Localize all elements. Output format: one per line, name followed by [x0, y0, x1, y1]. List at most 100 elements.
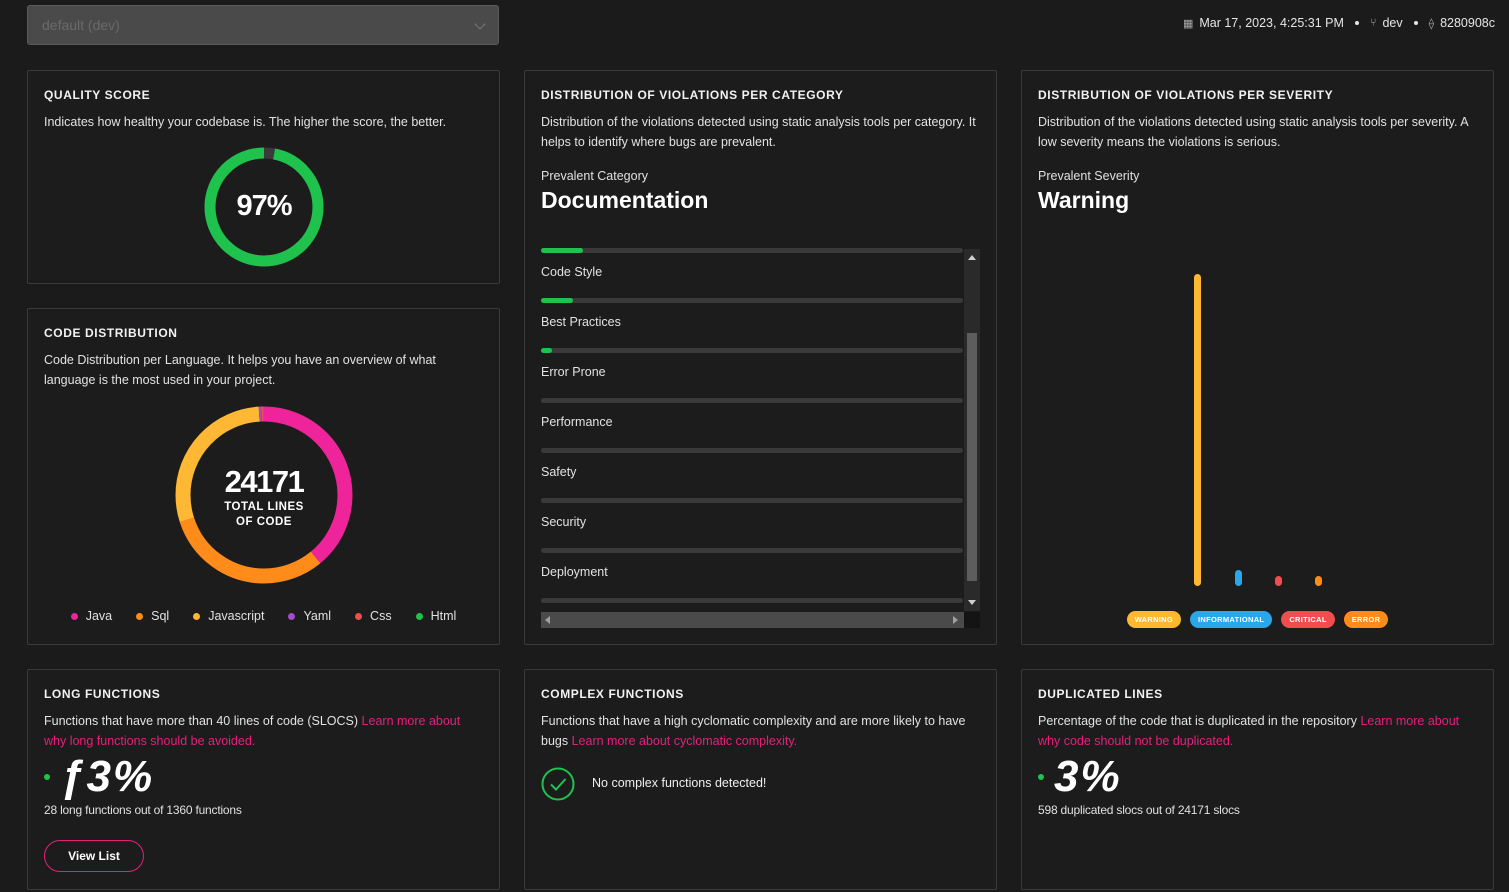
category-name: Error Prone — [541, 365, 606, 379]
learn-more-link[interactable]: Learn more about cyclomatic complexity. — [572, 734, 798, 748]
prevalent-category-value: Documentation — [541, 187, 709, 213]
category-bar-track — [541, 548, 963, 553]
card-description: Functions that have more than 40 lines o… — [44, 711, 485, 751]
legend-swatch — [70, 612, 78, 620]
duplicated-value: 3% — [1054, 752, 1122, 801]
quality-score-value: 97% — [236, 190, 292, 222]
category-name: Safety — [541, 465, 577, 479]
severity-bar-informational — [1235, 570, 1242, 586]
top-bar: default (dev) ▦ Mar 17, 2023, 4:25:31 PM… — [0, 0, 1509, 55]
total-lines-value: 24171 — [224, 464, 305, 499]
violations-severity-card: DISTRIBUTION OF VIOLATIONS PER SEVERITY … — [1021, 70, 1494, 645]
legend-label: Html — [430, 609, 457, 623]
long-functions-metric: ƒ3% — [44, 752, 154, 802]
analysis-select[interactable]: default (dev) — [27, 5, 499, 45]
category-bar-track — [541, 498, 963, 503]
code-distribution-card: CODE DISTRIBUTION Code Distribution per … — [27, 308, 500, 645]
description-text: Percentage of the code that is duplicate… — [1038, 714, 1357, 728]
long-functions-summary: 28 long functions out of 1360 functions — [44, 803, 242, 817]
category-bar-track — [541, 398, 963, 403]
category-row: Error Prone — [541, 348, 980, 398]
scroll-up-arrow-icon[interactable] — [968, 255, 976, 260]
legend-label: Yaml — [303, 609, 332, 623]
analysis-meta: ▦ Mar 17, 2023, 4:25:31 PM ⑂ dev ⟠ 82809… — [1183, 16, 1495, 30]
legend-swatch — [136, 612, 144, 620]
severity-badge-informational: INFORMATIONAL — [1190, 611, 1273, 628]
complex-functions-card: COMPLEX FUNCTIONS Functions that have a … — [524, 669, 997, 890]
category-list: Code Style Best Practices Error Prone Perfo… — [541, 248, 980, 628]
violations-category-card: DISTRIBUTION OF VIOLATIONS PER CATEGORY … — [524, 70, 997, 645]
severity-badge-error: ERROR — [1343, 611, 1389, 628]
category-bar-track — [541, 348, 963, 353]
scrollbar-corner — [964, 612, 980, 628]
category-bar-track — [541, 248, 963, 253]
card-description: Percentage of the code that is duplicate… — [1038, 711, 1479, 751]
category-bar-fill — [541, 298, 573, 303]
view-list-button[interactable]: View List — [44, 840, 144, 872]
legend-swatch — [355, 612, 363, 620]
category-bar-fill — [541, 348, 552, 353]
duplicated-metric: 3% — [1038, 752, 1122, 802]
legend-swatch — [415, 612, 423, 620]
card-title: CODE DISTRIBUTION — [44, 326, 178, 340]
status-dot — [44, 774, 50, 780]
card-title: LONG FUNCTIONS — [44, 687, 161, 701]
legend-item-css: Css — [355, 609, 392, 623]
total-lines-label: OF CODE — [236, 516, 292, 528]
prevalent-severity-value: Warning — [1038, 187, 1130, 213]
long-functions-value: ƒ3% — [60, 752, 155, 801]
category-row: Safety — [541, 448, 980, 498]
legend-item-java: Java — [70, 609, 113, 623]
severity-bar-error — [1315, 576, 1322, 586]
category-name: Deployment — [541, 565, 608, 579]
legend-label: Sql — [151, 609, 170, 623]
card-title: COMPLEX FUNCTIONS — [541, 687, 684, 701]
card-description: Indicates how healthy your codebase is. … — [44, 115, 447, 129]
commit-hash: 8280908c — [1440, 16, 1495, 30]
category-bar-track — [541, 298, 963, 303]
scroll-right-arrow-icon[interactable] — [953, 616, 958, 624]
card-title: DISTRIBUTION OF VIOLATIONS PER SEVERITY — [1038, 88, 1334, 102]
branch-icon: ⑂ — [1369, 17, 1377, 29]
no-complex-message: No complex functions detected! — [592, 776, 767, 790]
legend-item-yaml: Yaml — [288, 609, 331, 623]
card-description: Distribution of the violations detected … — [1038, 115, 1468, 149]
legend-swatch — [193, 612, 201, 620]
card-description: Distribution of the violations detected … — [541, 115, 976, 149]
status-dot — [1038, 774, 1044, 780]
prevalent-severity-label: Prevalent Severity — [1038, 169, 1140, 183]
separator-dot — [1354, 21, 1359, 25]
vertical-scrollbar[interactable] — [964, 249, 980, 611]
horizontal-scrollbar[interactable] — [541, 612, 964, 628]
category-name: Security — [541, 515, 587, 529]
legend-item-sql: Sql — [136, 609, 169, 623]
long-functions-card: LONG FUNCTIONS Functions that have more … — [27, 669, 500, 890]
duplicated-summary: 598 duplicated slocs out of 24171 slocs — [1038, 803, 1240, 817]
description-text: Functions that have more than 40 lines o… — [44, 714, 359, 728]
category-name: Code Style — [541, 265, 603, 279]
separator-dot — [1413, 21, 1418, 25]
category-row: Best Practices — [541, 298, 980, 348]
category-name: Performance — [541, 415, 613, 429]
category-bar-fill — [541, 248, 584, 253]
card-title: QUALITY SCORE — [44, 88, 151, 102]
analysis-select-value: default (dev) — [42, 17, 120, 33]
severity-legend: WARNING INFORMATIONAL CRITICAL ERROR — [1022, 611, 1493, 628]
legend-label: Javascript — [208, 609, 265, 623]
severity-bar-warning — [1194, 274, 1201, 586]
scroll-left-arrow-icon[interactable] — [545, 616, 550, 624]
legend-label: Java — [85, 609, 113, 623]
chevron-down-icon — [474, 18, 486, 30]
category-row: Deployment — [541, 548, 980, 598]
scrollbar-thumb[interactable] — [967, 333, 977, 581]
check-circle-icon — [541, 767, 575, 801]
card-title: DUPLICATED LINES — [1038, 687, 1163, 701]
total-lines-label: TOTAL LINES — [224, 501, 304, 513]
legend-item-javascript: Javascript — [193, 609, 264, 623]
severity-badge-warning: WARNING — [1126, 611, 1182, 628]
category-row: Code Style — [541, 248, 980, 298]
severity-bar-critical — [1275, 576, 1282, 586]
scroll-down-arrow-icon[interactable] — [968, 600, 976, 605]
legend-item-html: Html — [415, 609, 457, 623]
commit-icon: ⟠ — [1428, 17, 1435, 30]
